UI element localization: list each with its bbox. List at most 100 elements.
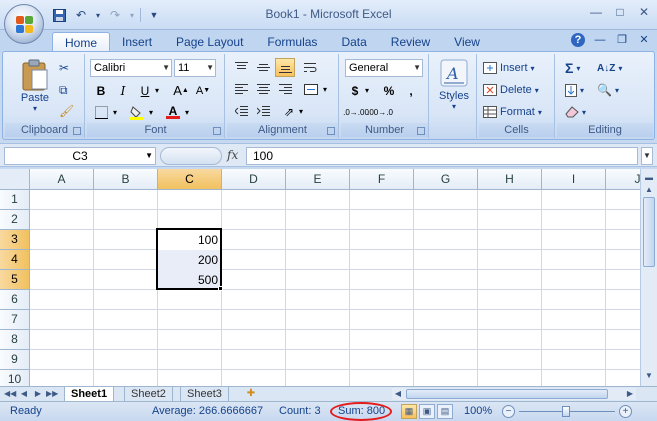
orientation-dropdown-icon[interactable]: ▾ <box>297 102 305 121</box>
row-header-3[interactable]: 3 <box>0 230 30 250</box>
bold-button[interactable]: B <box>91 81 111 100</box>
fill-color-dropdown-icon[interactable]: ▾ <box>147 103 155 122</box>
fill-handle[interactable] <box>218 286 223 291</box>
align-right-button[interactable] <box>275 80 295 99</box>
font-color-button[interactable]: A <box>163 103 183 122</box>
row-header-2[interactable]: 2 <box>0 210 30 230</box>
office-button[interactable] <box>4 4 44 44</box>
zoom-slider-thumb[interactable] <box>562 406 570 417</box>
scroll-left-icon[interactable]: ◀ <box>392 388 404 400</box>
column-header-b[interactable]: B <box>94 169 158 190</box>
sheet-tab-sheet2[interactable]: Sheet2 <box>124 387 173 401</box>
horizontal-scroll-thumb[interactable] <box>406 389 608 399</box>
worksheet-grid[interactable]: A B C D E F G H I J 1 2 3 4 5 6 7 8 9 10 100 200 500 <box>0 169 640 386</box>
format-cells-button[interactable]: Format ▾ <box>483 102 542 122</box>
row-header-1[interactable]: 1 <box>0 190 30 210</box>
last-sheet-icon[interactable]: ▶▶ <box>46 387 58 401</box>
fill-color-button[interactable] <box>127 103 147 122</box>
delete-cells-button[interactable]: Delete ▾ <box>483 80 539 100</box>
underline-button[interactable]: U <box>135 81 155 100</box>
merge-dropdown-icon[interactable]: ▾ <box>321 80 329 99</box>
column-header-g[interactable]: G <box>414 169 478 190</box>
borders-dropdown-icon[interactable]: ▾ <box>111 103 119 122</box>
number-format-select[interactable]: General ▼ <box>345 59 423 77</box>
horizontal-scrollbar[interactable]: ◀ ▶ <box>392 388 636 400</box>
copy-button[interactable]: ⧉ <box>59 80 68 100</box>
wrap-text-button[interactable] <box>301 58 321 77</box>
align-center-button[interactable] <box>253 80 273 99</box>
tab-insert[interactable]: Insert <box>110 32 164 52</box>
align-left-button[interactable] <box>231 80 251 99</box>
page-layout-view-icon[interactable]: ▣ <box>419 404 435 419</box>
vertical-scroll-thumb[interactable] <box>643 197 655 267</box>
cut-button[interactable]: ✂ <box>59 58 69 78</box>
increase-decimal-button[interactable]: .0→.00 <box>343 103 369 122</box>
close-icon[interactable]: ✕ <box>635 4 653 20</box>
borders-button[interactable] <box>91 103 111 122</box>
clear-button[interactable]: ▾ <box>565 102 586 122</box>
workbook-restore-icon[interactable]: ❐ <box>615 33 629 47</box>
middle-align-button[interactable] <box>253 58 273 77</box>
help-icon[interactable]: ? <box>571 33 585 47</box>
column-header-h[interactable]: H <box>478 169 542 190</box>
previous-sheet-icon[interactable]: ◀ <box>18 387 30 401</box>
font-size-select[interactable]: 11 ▼ <box>174 59 216 77</box>
insert-cells-button[interactable]: Insert ▾ <box>483 58 535 78</box>
alignment-launcher-icon[interactable] <box>327 127 335 135</box>
column-header-j[interactable]: J <box>606 169 640 190</box>
percent-button[interactable]: % <box>379 81 399 100</box>
sheet-tab-sheet3[interactable]: Sheet3 <box>180 387 229 401</box>
autosum-button[interactable]: Σ ▾ <box>565 58 580 78</box>
increase-indent-button[interactable] <box>253 102 273 121</box>
expand-formula-bar-icon[interactable]: ▼ <box>641 147 653 165</box>
name-box[interactable]: C3 ▼ <box>4 147 156 165</box>
tab-data[interactable]: Data <box>329 32 378 52</box>
paste-button[interactable]: Paste ▾ <box>11 58 59 113</box>
maximize-icon[interactable]: □ <box>611 4 629 20</box>
row-header-10[interactable]: 10 <box>0 370 30 386</box>
row-header-8[interactable]: 8 <box>0 330 30 350</box>
tab-view[interactable]: View <box>442 32 492 52</box>
workbook-minimize-icon[interactable]: — <box>593 33 607 47</box>
italic-button[interactable]: I <box>113 81 133 100</box>
font-launcher-icon[interactable] <box>213 127 221 135</box>
row-header-6[interactable]: 6 <box>0 290 30 310</box>
merge-center-button[interactable] <box>301 80 321 99</box>
currency-dropdown-icon[interactable]: ▾ <box>363 81 371 100</box>
row-header-4[interactable]: 4 <box>0 250 30 270</box>
font-color-dropdown-icon[interactable]: ▾ <box>183 103 191 122</box>
tab-page-layout[interactable]: Page Layout <box>164 32 255 52</box>
increase-font-size-button[interactable]: A ▲ <box>171 81 191 100</box>
number-launcher-icon[interactable] <box>417 127 425 135</box>
scroll-down-icon[interactable]: ▼ <box>642 369 656 383</box>
scroll-up-icon[interactable]: ▲ <box>642 183 656 197</box>
chevron-down-icon[interactable]: ▼ <box>145 148 153 164</box>
column-header-e[interactable]: E <box>286 169 350 190</box>
zoom-in-icon[interactable]: + <box>619 405 632 418</box>
formula-bar-splitter[interactable] <box>160 147 222 165</box>
normal-view-icon[interactable]: ▦ <box>401 404 417 419</box>
select-all-corner[interactable] <box>0 169 30 190</box>
paste-dropdown-icon[interactable]: ▾ <box>33 104 37 113</box>
comma-button[interactable]: , <box>401 81 421 100</box>
decrease-decimal-button[interactable]: .00→.0 <box>367 103 393 122</box>
sheet-tab-sheet1[interactable]: Sheet1 <box>64 387 115 401</box>
minimize-icon[interactable]: — <box>587 4 605 20</box>
bottom-align-button[interactable] <box>275 58 295 77</box>
column-header-a[interactable]: A <box>30 169 94 190</box>
underline-dropdown-icon[interactable]: ▾ <box>153 81 161 100</box>
tab-home[interactable]: Home <box>52 32 111 52</box>
scroll-right-icon[interactable]: ▶ <box>624 388 636 400</box>
column-header-f[interactable]: F <box>350 169 414 190</box>
row-header-9[interactable]: 9 <box>0 350 30 370</box>
zoom-level[interactable]: 100% <box>464 405 492 417</box>
formula-input[interactable]: 100 <box>246 147 638 165</box>
orientation-button[interactable]: ⇗ <box>279 102 299 121</box>
format-painter-button[interactable]: 🖌 <box>59 101 74 121</box>
next-sheet-icon[interactable]: ▶ <box>32 387 44 401</box>
clipboard-launcher-icon[interactable] <box>73 127 81 135</box>
column-header-d[interactable]: D <box>222 169 286 190</box>
workbook-close-icon[interactable]: ✕ <box>637 33 651 47</box>
top-align-button[interactable] <box>231 58 251 77</box>
zoom-out-icon[interactable]: − <box>502 405 515 418</box>
